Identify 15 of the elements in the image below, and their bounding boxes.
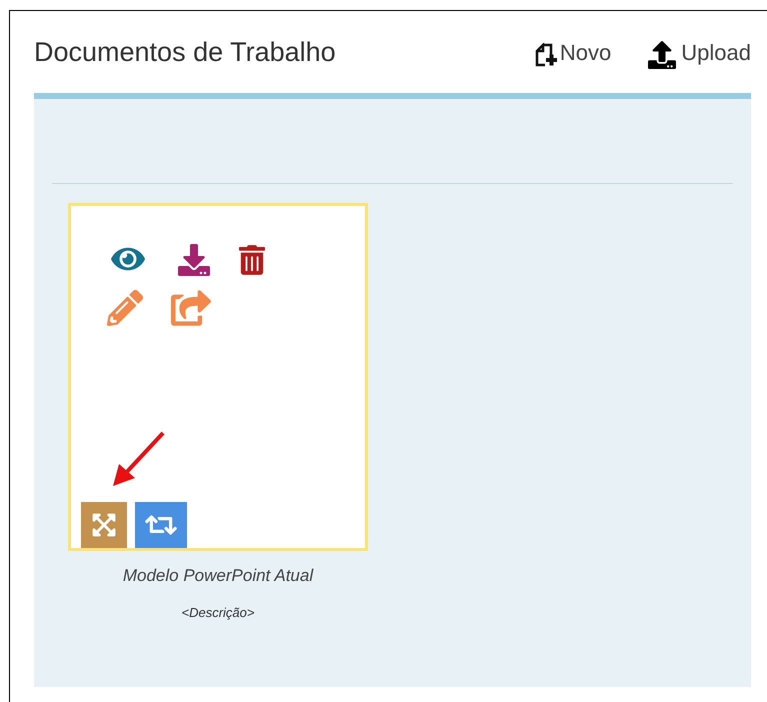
new-file-icon xyxy=(534,42,558,68)
trash-icon[interactable] xyxy=(239,244,265,276)
document-name: Modelo PowerPoint Atual xyxy=(122,565,314,587)
pointer-arrow xyxy=(111,430,167,488)
expand-icon xyxy=(91,512,117,538)
page-title: Documentos de Trabalho xyxy=(34,36,336,69)
swap-button[interactable] xyxy=(135,502,187,548)
upload-button[interactable]: Upload xyxy=(645,36,751,68)
document-card[interactable] xyxy=(68,203,368,551)
expand-button[interactable] xyxy=(81,502,127,548)
download-icon[interactable] xyxy=(177,244,211,276)
document-description: <Descrição> xyxy=(182,604,254,622)
new-button[interactable]: Novo xyxy=(534,36,612,68)
pencil-icon[interactable] xyxy=(107,290,143,326)
share-icon[interactable] xyxy=(171,290,211,326)
